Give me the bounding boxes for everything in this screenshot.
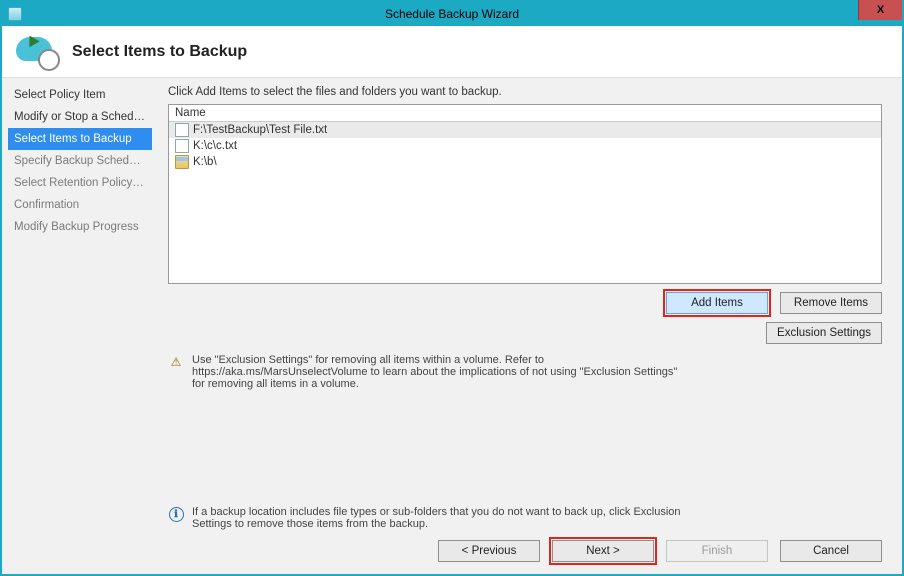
step-confirmation[interactable]: Confirmation bbox=[8, 194, 152, 216]
next-button[interactable]: Next > bbox=[552, 540, 654, 562]
warning-text: Use "Exclusion Settings" for removing al… bbox=[192, 354, 688, 390]
step-select-items[interactable]: Select Items to Backup bbox=[8, 128, 152, 150]
list-item-label: K:\c\c.txt bbox=[193, 140, 237, 152]
step-modify-or-stop[interactable]: Modify or Stop a Schedul... bbox=[8, 106, 152, 128]
step-retention-policy[interactable]: Select Retention Policy (F... bbox=[8, 172, 152, 194]
list-item-label: F:\TestBackup\Test File.txt bbox=[193, 124, 327, 136]
backup-logo-icon bbox=[16, 33, 60, 71]
spacer bbox=[168, 390, 882, 496]
list-item-label: K:\b\ bbox=[193, 156, 217, 168]
close-button[interactable]: X bbox=[858, 0, 902, 20]
file-icon bbox=[175, 123, 189, 137]
remove-items-button[interactable]: Remove Items bbox=[780, 292, 882, 314]
warning-note: Use "Exclusion Settings" for removing al… bbox=[168, 354, 688, 390]
app-icon bbox=[8, 7, 22, 21]
list-item[interactable]: K:\c\c.txt bbox=[169, 138, 881, 154]
titlebar: Schedule Backup Wizard X bbox=[2, 2, 902, 26]
info-icon bbox=[168, 506, 184, 522]
add-items-button[interactable]: Add Items bbox=[666, 292, 768, 314]
wizard-body: Select Policy Item Modify or Stop a Sche… bbox=[2, 78, 902, 574]
file-icon bbox=[175, 139, 189, 153]
step-select-policy-item[interactable]: Select Policy Item bbox=[8, 84, 152, 106]
exclusion-row: Exclusion Settings bbox=[168, 322, 882, 344]
folder-icon bbox=[175, 155, 189, 169]
item-buttons-row: Add Items Remove Items bbox=[168, 292, 882, 314]
step-modify-progress[interactable]: Modify Backup Progress bbox=[8, 216, 152, 238]
window-title: Schedule Backup Wizard bbox=[2, 7, 902, 21]
list-column-header[interactable]: Name bbox=[169, 105, 881, 122]
items-list[interactable]: Name F:\TestBackup\Test File.txt K:\c\c.… bbox=[168, 104, 882, 284]
exclusion-settings-button[interactable]: Exclusion Settings bbox=[766, 322, 882, 344]
warning-icon bbox=[168, 354, 184, 370]
info-text: If a backup location includes file types… bbox=[192, 506, 688, 530]
instruction-text: Click Add Items to select the files and … bbox=[168, 86, 882, 98]
wizard-steps-sidebar: Select Policy Item Modify or Stop a Sche… bbox=[2, 78, 154, 574]
cancel-button[interactable]: Cancel bbox=[780, 540, 882, 562]
step-specify-schedule[interactable]: Specify Backup Schedule ... bbox=[8, 150, 152, 172]
finish-button: Finish bbox=[666, 540, 768, 562]
info-note: If a backup location includes file types… bbox=[168, 506, 688, 530]
wizard-window: Schedule Backup Wizard X Select Items to… bbox=[0, 0, 904, 576]
list-item[interactable]: K:\b\ bbox=[169, 154, 881, 170]
list-rows: F:\TestBackup\Test File.txt K:\c\c.txt K… bbox=[169, 122, 881, 283]
page-title: Select Items to Backup bbox=[72, 43, 247, 61]
previous-button[interactable]: < Previous bbox=[438, 540, 540, 562]
wizard-header: Select Items to Backup bbox=[2, 26, 902, 78]
content-pane: Click Add Items to select the files and … bbox=[154, 78, 902, 574]
wizard-footer: < Previous Next > Finish Cancel bbox=[168, 530, 882, 562]
list-item[interactable]: F:\TestBackup\Test File.txt bbox=[169, 122, 881, 138]
